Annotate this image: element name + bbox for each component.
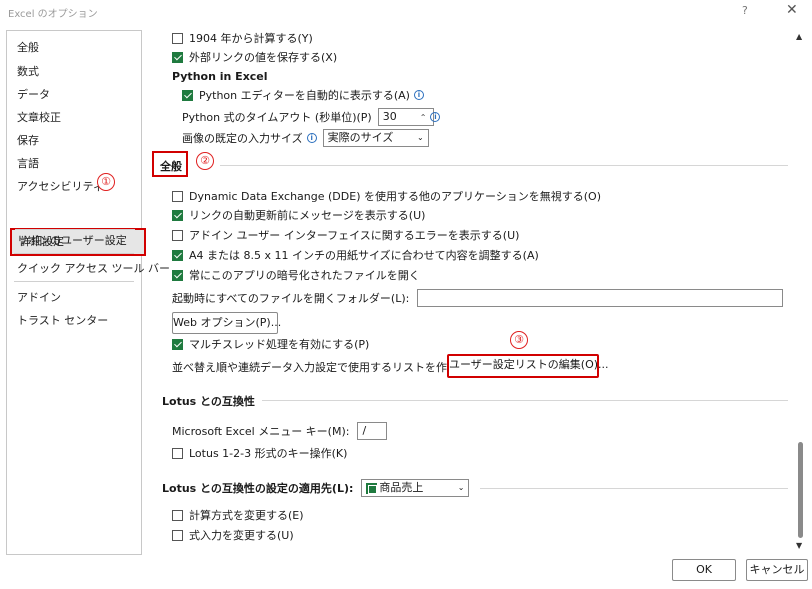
option-python-editor[interactable]: Python エディターを自動的に表示する(A) i [182,86,424,104]
option-menu-key: Microsoft Excel メニュー キー(M): / [172,422,388,440]
option-image-size: 画像の既定の入力サイズ i 実際のサイズ ⌄ [182,129,429,147]
chevron-down-icon: ⌄ [416,133,424,142]
sidebar-item-proofing[interactable]: 文章校正 [17,107,61,129]
sidebar-item-save[interactable]: 保存 [17,130,39,152]
section-divider [262,400,788,401]
option-formula-eval[interactable]: 計算方式を変更する(E) [172,506,304,524]
python-heading: Python in Excel [172,70,268,83]
chevron-down-icon: ⌄ [457,483,465,492]
section-divider [220,165,788,166]
help-icon[interactable]: ? [742,4,748,17]
sidebar-item-quick-access[interactable]: クイック アクセス ツール バー [17,258,170,280]
scrollbar-thumb[interactable] [798,442,803,538]
a4-checkbox[interactable] [172,249,183,261]
option-dde[interactable]: Dynamic Data Exchange (DDE) を使用する他のアプリケー… [172,187,601,205]
encrypted-checkbox[interactable] [172,269,183,281]
link-update-checkbox[interactable] [172,209,183,221]
sidebar-item-formulas[interactable]: 数式 [17,61,39,83]
annotation-badge-3: ③ [510,331,528,349]
sidebar-item-data[interactable]: データ [17,84,50,106]
sidebar-item-addins[interactable]: アドイン [17,287,61,309]
dde-checkbox[interactable] [172,190,183,202]
sidebar-item-trust-center[interactable]: トラスト センター [17,310,108,332]
option-multithread[interactable]: マルチスレッド処理を有効にする(P) [172,335,369,353]
scroll-up-icon[interactable]: ▲ [796,32,802,41]
info-icon: i [306,133,317,143]
window-title: Excel のオプション [8,9,98,20]
formula-eval-checkbox[interactable] [172,509,183,521]
annotation-badge-1: ① [97,173,115,191]
image-size-dropdown[interactable]: 実際のサイズ ⌄ [322,129,429,147]
external-link-checkbox[interactable] [172,51,183,63]
startup-folder-input[interactable] [417,289,784,307]
spinner-icon[interactable]: ⌃ [420,113,427,122]
option-lotus-apply: Lotus との互換性の設定の適用先(L): 商品売上 ⌄ [162,479,470,497]
option-addin-error[interactable]: アドイン ユーザー インターフェイスに関するエラーを表示する(U) [172,226,519,244]
sidebar-item-accessibility[interactable]: アクセシビリティ [17,176,104,198]
lotus-apply-sheet-dropdown[interactable]: 商品売上 ⌄ [361,479,470,497]
option-encrypted[interactable]: 常にこのアプリの暗号化されたファイルを開く [172,266,420,284]
option-a4[interactable]: A4 または 8.5 x 11 インチの用紙サイズに合わせて内容を調整する(A) [172,246,539,264]
addin-error-checkbox[interactable] [172,229,183,241]
option-python-timeout: Python 式のタイムアウト (秒単位)(P) 30 ⌃ i [182,108,441,126]
option-external-link[interactable]: 外部リンクの値を保存する(X) [172,48,337,66]
sheet-icon [366,482,378,494]
python-editor-checkbox[interactable] [182,89,193,101]
option-formula-entry[interactable]: 式入力を変更する(U) [172,526,294,544]
sidebar-item-ribbon[interactable]: リボンのユーザー設定 [17,230,127,252]
lotus-heading: Lotus との互換性 [162,395,255,408]
option-date1904[interactable]: 1904 年から計算する(Y) [172,29,313,47]
info-icon: i [413,90,424,100]
ok-button[interactable]: OK [672,559,736,581]
option-link-update[interactable]: リンクの自動更新前にメッセージを表示する(U) [172,206,425,224]
date1904-checkbox[interactable] [172,32,183,44]
web-options-button[interactable]: Web オプション(P)... [172,312,281,334]
formula-entry-checkbox[interactable] [172,529,183,541]
close-icon[interactable]: ✕ [786,2,798,18]
lotus-keys-checkbox[interactable] [172,447,183,459]
scroll-down-icon[interactable]: ▼ [796,541,802,550]
vertical-scrollbar[interactable]: ▲ ▼ [794,30,808,555]
title-bar: Excel のオプション ? ✕ [0,0,812,24]
annotation-badge-2: ② [196,152,214,170]
sidebar-divider [14,281,134,282]
general-heading: 全般 [160,160,182,173]
section-divider [480,488,788,489]
edit-custom-lists-button[interactable]: ユーザー設定リストの編集(O)... [447,354,609,378]
sidebar-item-language[interactable]: 言語 [17,153,39,175]
advanced-options-pane: 1904 年から計算する(Y) 外部リンクの値を保存する(X) Python i… [150,24,790,556]
cancel-button[interactable]: キャンセル [746,559,808,581]
info-icon: i [430,112,441,122]
option-lotus-keys[interactable]: Lotus 1-2-3 形式のキー操作(K) [172,444,347,462]
menu-key-input[interactable]: / [357,422,388,440]
option-startup-folder: 起動時にすべてのファイルを開くフォルダー(L): [172,289,784,307]
sidebar-item-general[interactable]: 全般 [17,37,39,59]
multithread-checkbox[interactable] [172,338,183,350]
sidebar-divider [14,253,134,254]
